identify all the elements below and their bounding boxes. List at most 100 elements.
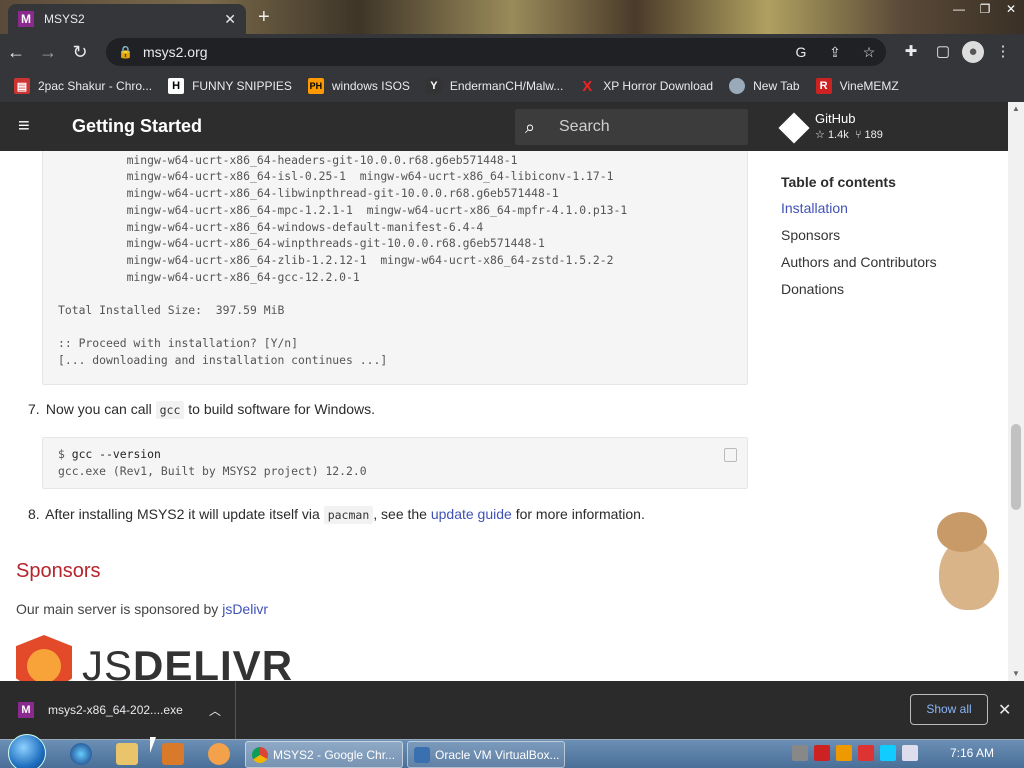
bookmark-windows-isos[interactable]: PH windows ISOS [307, 78, 410, 94]
page-scrollbar[interactable]: ▲ ▼ [1008, 102, 1024, 681]
toc-item-authors[interactable]: Authors and Contributors [781, 254, 937, 281]
tray-icon[interactable] [792, 745, 808, 761]
file-explorer-icon[interactable] [116, 743, 138, 765]
bookmark-label: 2pac Shakur - Chro... [38, 79, 153, 93]
download-filename: msys2-x86_64-202....exe [48, 703, 183, 717]
bookmark-funny-snippies[interactable]: H FUNNY SNIPPIES [168, 78, 292, 94]
bookmark-label: EndermanCH/Malw... [449, 79, 564, 93]
back-icon[interactable]: ← [0, 42, 32, 63]
update-guide-link[interactable]: update guide [431, 506, 512, 522]
media-player-icon[interactable] [162, 743, 184, 765]
minimize-icon[interactable]: — [946, 0, 972, 18]
bookmark-label: New Tab [753, 79, 800, 93]
address-bar[interactable]: 🔒 msys2.org G ⇪ ☆ [106, 38, 886, 66]
bookmark-new-tab[interactable]: New Tab [729, 78, 800, 94]
restore-icon[interactable]: ❐ [972, 0, 998, 18]
profile-avatar-icon[interactable]: ● [962, 41, 984, 63]
toolbar-actions: ✚ ▢ ● ⋮ [898, 40, 1016, 64]
forward-icon[interactable]: → [32, 42, 64, 63]
copy-icon[interactable] [724, 448, 737, 462]
system-tray [792, 745, 918, 761]
yp-icon: Y [425, 78, 442, 94]
taskbar-app-label: MSYS2 - Google Chr... [273, 747, 396, 762]
browser-tab[interactable]: M MSYS2 ✕ [8, 4, 246, 34]
paint-icon[interactable] [208, 743, 230, 765]
lock-icon[interactable]: 🔒 [118, 45, 133, 59]
toc-item-donations[interactable]: Donations [781, 281, 937, 308]
scrollbar-thumb[interactable] [1011, 424, 1021, 510]
bookmark-2pac[interactable]: ▤ 2pac Shakur - Chro... [14, 78, 152, 94]
step-number: 8. [28, 506, 40, 522]
bookmark-star-icon[interactable]: ☆ [852, 44, 886, 61]
search-placeholder: Search [559, 118, 610, 135]
download-item[interactable]: M msys2-x86_64-202....exe ︿ [0, 681, 236, 739]
bookmark-xp-horror[interactable]: X XP Horror Download [579, 78, 713, 95]
bookmark-vinememz[interactable]: R VineMEMZ [815, 78, 899, 94]
tray-flag-icon[interactable] [858, 745, 874, 761]
tray-icon[interactable] [836, 745, 852, 761]
tray-volume-icon[interactable] [902, 745, 918, 761]
scroll-up-icon[interactable]: ▲ [1008, 102, 1024, 116]
chrome-icon [252, 746, 268, 763]
r-icon: R [815, 78, 832, 94]
github-name: GitHub [815, 111, 856, 126]
table-of-contents: Table of contents Installation Sponsors … [781, 174, 937, 308]
toc-item-sponsors[interactable]: Sponsors [781, 227, 937, 254]
bookmark-endermanch[interactable]: Y EndermanCH/Malw... [425, 78, 564, 94]
fork-count: 189 [864, 129, 883, 141]
scroll-down-icon[interactable]: ▼ [1008, 667, 1024, 681]
new-tab-button[interactable]: + [258, 6, 270, 29]
internet-explorer-icon[interactable] [70, 743, 92, 765]
google-lens-icon[interactable]: G [784, 44, 818, 60]
web-page: mingw-w64-ucrt-x86_64-gcc-libs-12.2.0-1 … [0, 102, 1008, 681]
share-icon[interactable]: ⇪ [818, 44, 852, 61]
jsdelivr-link[interactable]: jsDelivr [222, 601, 268, 617]
hamburger-menu-icon[interactable]: ≡ [18, 116, 38, 136]
close-download-bar-icon[interactable]: ✕ [998, 700, 1011, 720]
jsdelivr-logo[interactable]: JSDELIVR [16, 635, 293, 681]
clock[interactable]: 7:16 AM [950, 746, 994, 760]
close-window-icon[interactable]: ✕ [998, 0, 1024, 18]
code-line: gcc.exe (Rev1, Built by MSYS2 project) 1… [58, 464, 367, 478]
search-icon: ⌕ [525, 116, 536, 137]
chevron-up-icon[interactable]: ︿ [209, 702, 221, 719]
code-line: mingw-w64-ucrt-x86_64-headers-git-10.0.0… [58, 152, 518, 167]
command: gcc --version [71, 447, 161, 461]
star-icon: ☆ [815, 129, 825, 141]
toc-heading: Table of contents [781, 174, 896, 190]
close-tab-icon[interactable]: ✕ [224, 11, 236, 28]
toc-item-installation[interactable]: Installation [781, 200, 937, 227]
taskbar-app-virtualbox[interactable]: Oracle VM VirtualBox... [407, 741, 565, 768]
tray-network-icon[interactable] [880, 745, 896, 761]
bookmark-icon: ▤ [14, 78, 30, 94]
bookmarks-bar: ▤ 2pac Shakur - Chro... H FUNNY SNIPPIES… [0, 70, 1024, 102]
step-text: After installing MSYS2 it will update it… [45, 506, 324, 522]
side-panel-icon[interactable]: ▢ [930, 40, 956, 64]
code-line: mingw-w64-ucrt-x86_64-windows-default-ma… [58, 219, 484, 234]
step-text: , see the [373, 506, 431, 522]
reload-icon[interactable]: ↻ [64, 42, 96, 63]
hamster-desktop-pet[interactable] [925, 512, 1005, 612]
jsdelivr-shield-icon [16, 635, 72, 681]
msys2-file-icon: M [18, 702, 34, 718]
mouse-cursor-icon [150, 737, 156, 753]
fork-icon: ⑂ [854, 129, 862, 141]
code-line: mingw-w64-ucrt-x86_64-mpc-1.2.1-1 mingw-… [58, 202, 628, 217]
taskbar-app-chrome[interactable]: MSYS2 - Google Chr... [245, 741, 403, 768]
start-button-icon[interactable] [8, 734, 46, 768]
step-7: 7. Now you can call gcc to build softwar… [28, 401, 375, 419]
inline-code: gcc [155, 401, 185, 419]
chrome-menu-icon[interactable]: ⋮ [990, 40, 1016, 64]
search-input[interactable]: ⌕ Search [515, 109, 748, 145]
git-icon [778, 112, 810, 144]
virtualbox-icon [414, 746, 430, 763]
extensions-icon[interactable]: ✚ [898, 40, 924, 64]
show-all-button[interactable]: Show all [910, 694, 988, 725]
inline-code: pacman [323, 506, 374, 524]
logo-js: JS [82, 642, 134, 681]
tray-icon[interactable] [814, 745, 830, 761]
github-link[interactable]: GitHub ☆ 1.4k ⑂ 189 [778, 111, 883, 144]
code-line: mingw-w64-ucrt-x86_64-isl-0.25-1 mingw-w… [58, 169, 614, 184]
tab-title: MSYS2 [44, 12, 85, 26]
code-line: mingw-w64-ucrt-x86_64-libwinpthread-git-… [58, 186, 559, 201]
